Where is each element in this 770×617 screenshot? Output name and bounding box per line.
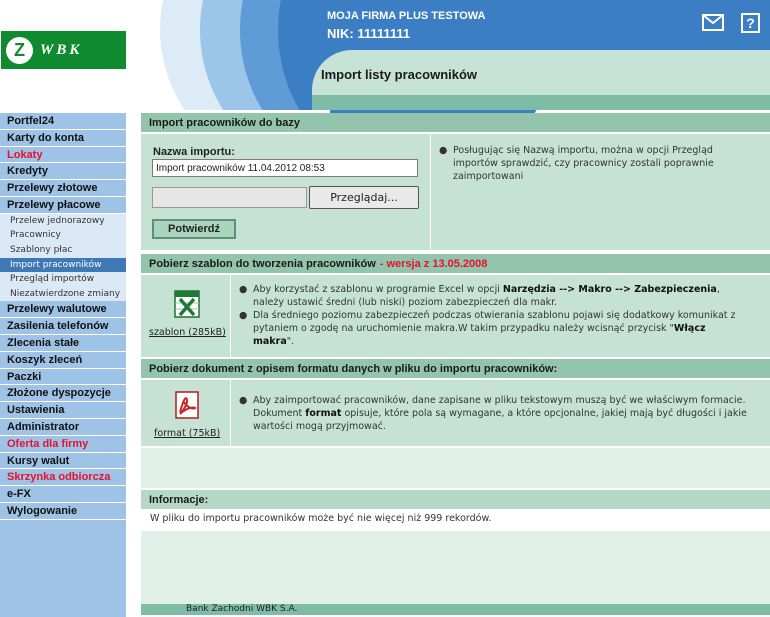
sidebar-item-skrzynka-odbiorcza[interactable]: Skrzynka odbiorcza (0, 469, 126, 487)
template-section-title: Pobierz szablon do tworzenia pracowników (149, 257, 376, 270)
template-bullet-2-pre: Dla średniego poziomu zabezpieczeń podcz… (253, 310, 736, 334)
sidebar-item-kredyty[interactable]: Kredyty (0, 163, 126, 181)
footer-text: Bank Zachodni WBK S.A. (186, 604, 298, 614)
template-bullet-2-post: ". (286, 336, 295, 347)
sidebar-item-przelewy-placowe[interactable]: Przelewy płacowe (0, 196, 126, 214)
sidebar-subitem-szablony-plac[interactable]: Szablony płac (0, 242, 126, 258)
sidebar-item-zlecenia-stale[interactable]: Zlecenia stałe (0, 334, 126, 352)
sidebar-item-zlozone-dyspozycje[interactable]: Złożone dyspozycje (0, 385, 126, 403)
main-content: Import pracowników do bazy Nazwa importu… (141, 113, 770, 613)
browse-button[interactable]: Przeglądaj... (309, 186, 419, 209)
sidebar-subitem-przelew-jednorazowy[interactable]: Przelew jednorazowy (0, 213, 126, 229)
template-bullet-2: Dla średniego poziomu zabezpieczeń podcz… (253, 309, 747, 348)
page-title: Import listy pracowników (321, 67, 478, 82)
sidebar-item-ustawienia[interactable]: Ustawienia (0, 402, 126, 419)
info-text: W pliku do importu pracowników może być … (150, 513, 492, 524)
sidebar-subitem-import-pracownikow[interactable]: Import pracowników (0, 257, 126, 273)
help-glyph: ? (746, 15, 755, 31)
company-nik: NIK: 11111111 (327, 26, 411, 41)
sidebar-item-koszyk-zlecen[interactable]: Koszyk zleceń (0, 351, 126, 369)
sidebar-item-portfel24[interactable]: Portfel24 (0, 113, 126, 130)
sidebar-menu: Portfel24 Karty do konta Lokaty Kredyty … (0, 113, 126, 617)
template-section-body: szablon (285kB) ● Aby korzystać z szablo… (141, 275, 770, 357)
excel-icon[interactable] (172, 289, 202, 319)
help-icon[interactable]: ? (741, 13, 760, 33)
logo-text: WBK (40, 41, 83, 58)
import-name-label: Nazwa importu: (153, 146, 235, 158)
sidebar-item-paczki[interactable]: Paczki (0, 368, 126, 386)
import-hint: ● Posługując się Nazwą importu, można w o… (439, 144, 739, 183)
template-download-link[interactable]: szablon (285kB) (149, 327, 226, 338)
confirm-button[interactable]: Potwierdź (152, 219, 236, 239)
bank-logo[interactable]: Z WBK (1, 31, 126, 69)
sidebar-item-efx[interactable]: e-FX (0, 486, 126, 503)
sidebar-item-przelewy-zlotowe[interactable]: Przelewy złotowe (0, 180, 126, 197)
sidebar-item-zasilenia-telefonow[interactable]: Zasilenia telefonów (0, 318, 126, 335)
footer: Bank Zachodni WBK S.A. (141, 604, 770, 615)
sidebar-item-lokaty[interactable]: Lokaty (0, 146, 126, 164)
company-name: MOJA FIRMA PLUS TESTOWA (327, 10, 486, 22)
sidebar-filler (0, 519, 126, 617)
info-section-title: Informacje: (149, 493, 209, 506)
sidebar-item-przelewy-walutowe[interactable]: Przelewy walutowe (0, 301, 126, 319)
sidebar-item-karty[interactable]: Karty do konta (0, 129, 126, 147)
format-instructions: ● Aby zaimportować pracowników, dane zap… (239, 394, 747, 433)
sidebar-subitem-pracownicy[interactable]: Pracownicy (0, 228, 126, 243)
mail-icon[interactable] (702, 14, 724, 31)
template-bullet-1-pre: Aby korzystać z szablonu w programie Exc… (253, 284, 503, 295)
template-version: - wersja z 13.05.2008 (379, 257, 488, 270)
format-section-header: Pobierz dokument z opisem formatu danych… (141, 359, 770, 378)
sidebar-item-kursy-walut[interactable]: Kursy walut (0, 452, 126, 470)
sidebar-item-administrator[interactable]: Administrator (0, 418, 126, 436)
file-path-input[interactable] (152, 187, 307, 208)
import-section-body: Nazwa importu: Przeglądaj... Potwierdź ●… (141, 134, 770, 250)
logo-mark-icon: Z (6, 36, 33, 64)
import-section-header: Import pracowników do bazy (141, 113, 770, 132)
header-strip-curve (312, 95, 770, 110)
info-section-filler (141, 531, 770, 604)
format-bullet: Aby zaimportować pracowników, dane zapis… (253, 394, 747, 433)
info-section-header: Informacje: (141, 490, 770, 509)
sidebar-subitem-niezatwierdzone-zmiany[interactable]: Niezatwierdzone zmiany (0, 286, 126, 302)
format-column-divider (230, 380, 231, 446)
import-column-divider (430, 134, 431, 250)
pdf-icon[interactable] (172, 390, 202, 420)
bullet-dot: ● (439, 145, 448, 156)
format-download-link[interactable]: format (75kB) (154, 428, 220, 439)
format-bullet-bold: format (305, 408, 342, 419)
template-instructions: ● Aby korzystać z szablonu w programie E… (239, 283, 747, 348)
template-bullet-1: Aby korzystać z szablonu w programie Exc… (253, 283, 747, 309)
template-column-divider (230, 275, 231, 357)
sidebar-item-wylogowanie[interactable]: Wylogowanie (0, 502, 126, 520)
format-section-body: format (75kB) ● Aby zaimportować pracown… (141, 380, 770, 446)
bullet-dot: ● (239, 310, 248, 321)
template-bullet-1-path: Narzędzia --> Makro --> Zabezpieczenia (502, 284, 717, 295)
sidebar-item-oferta-dla-firmy[interactable]: Oferta dla firmy (0, 435, 126, 453)
import-section-title: Import pracowników do bazy (149, 116, 300, 129)
format-section-title: Pobierz dokument z opisem formatu danych… (149, 362, 558, 375)
info-section-body: W pliku do importu pracowników może być … (141, 509, 770, 531)
bullet-dot: ● (239, 395, 248, 406)
template-section-header: Pobierz szablon do tworzenia pracowników… (141, 254, 770, 273)
bullet-dot: ● (239, 284, 248, 295)
import-hint-text: Posługując się Nazwą importu, można w op… (453, 145, 714, 182)
sidebar-subitem-przeglad-importow[interactable]: Przegląd importów (0, 272, 126, 287)
import-name-input[interactable] (152, 159, 418, 177)
spacer-band (141, 448, 770, 488)
